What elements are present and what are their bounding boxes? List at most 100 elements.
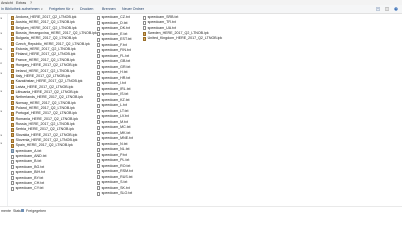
file-item[interactable]: Andorra_HERE_2017_Q2_LTNOB.ipk xyxy=(11,15,76,20)
file-item[interactable]: Russia_HERE_2017_Q2_LTNOB.ipk xyxy=(11,122,75,127)
file-item[interactable]: speedcam_F.txt xyxy=(97,43,127,48)
nav-item[interactable]: n xyxy=(1,62,3,65)
file-item[interactable]: speedcam_TR.txt xyxy=(143,20,176,25)
file-item[interactable]: Slovakia_HERE_2017_Q2_LTNOB.ipk xyxy=(11,133,77,138)
file-item[interactable]: Portugal_HERE_2017_Q2_LTNOB.ipk xyxy=(11,111,77,116)
file-item[interactable]: Ireland_HERE_2017_Q2_LTNOB.ipk xyxy=(11,69,75,74)
print-button[interactable]: Drucken xyxy=(80,7,93,12)
nav-item[interactable]: k xyxy=(1,48,3,51)
file-name: speedcam_RSM.txt xyxy=(101,169,133,173)
nav-item[interactable]: s xyxy=(1,134,3,137)
file-item[interactable]: speedcam_BIH.txt xyxy=(11,170,45,175)
file-item[interactable]: Slovenia_HERE_2017_Q2_LTNOB.ipk xyxy=(11,138,77,143)
file-item[interactable]: speedcam_A.txt xyxy=(11,149,41,154)
file-item[interactable]: speedcam_M.txt xyxy=(97,120,128,125)
file-item[interactable]: Bulgaria_HERE_2017_Q2_LTNOB.ipk xyxy=(11,36,77,41)
preview-pane-icon[interactable] xyxy=(385,7,389,11)
include-in-library-button[interactable]: In Bibliothek aufnehmen▼ xyxy=(1,7,43,12)
file-item[interactable]: speedcam_CY.txt xyxy=(11,186,43,191)
menu-help[interactable]: ? xyxy=(30,1,32,5)
file-item[interactable]: Hungary_HERE_2017_Q2_LTNOB.ipk xyxy=(11,63,77,68)
share-with-button[interactable]: Freigeben für▼ xyxy=(49,7,74,12)
file-item[interactable]: speedcam_BY.txt xyxy=(11,176,43,181)
file-item[interactable]: Poland_HERE_2017_Q2_LTNOB.ipk xyxy=(11,106,75,111)
new-folder-button[interactable]: Neuer Ordner xyxy=(122,7,144,12)
file-item[interactable]: speedcam_MC.txt xyxy=(97,125,131,130)
file-item[interactable]: speedcam_S.txt xyxy=(97,180,127,185)
file-item[interactable]: Estonia_HERE_2017_Q2_LTNOB.ipk xyxy=(11,47,76,52)
file-item[interactable]: Belgium_HERE_2017_Q2_LTNOB.ipk xyxy=(11,26,77,31)
file-item[interactable]: speedcam_P.txt xyxy=(97,153,127,158)
file-item[interactable]: Spain_HERE_2017_Q2_LTNOB.ipk xyxy=(11,143,73,148)
file-item[interactable]: speedcam_IS.txt xyxy=(97,92,128,97)
file-item[interactable]: Czech_Republic_HERE_2017_Q2_LTNOB.ipk xyxy=(11,42,90,47)
file-item[interactable]: speedcam_HR.txt xyxy=(97,76,130,81)
text-file-icon xyxy=(143,20,147,25)
file-item[interactable]: speedcam_SRB.txt xyxy=(143,15,178,20)
file-item[interactable]: speedcam_PL.txt xyxy=(97,158,129,163)
file-item[interactable]: speedcam_SK.txt xyxy=(97,186,130,191)
file-item[interactable]: speedcam_GB.txt xyxy=(97,59,130,64)
file-item[interactable]: Sweden_HERE_2017_Q2_LTNOB.ipk xyxy=(143,31,209,36)
burn-button[interactable]: Brennen xyxy=(102,7,116,12)
file-item[interactable]: speedcam_UA.txt xyxy=(143,26,176,31)
file-item[interactable]: Italy_HERE_2017_Q2_LTNOB.ipk xyxy=(11,74,70,79)
file-item[interactable]: Serbia_HERE_2017_Q2_LTNOB.ipk xyxy=(11,127,74,132)
nav-item[interactable]: s xyxy=(1,72,3,75)
file-item[interactable]: speedcam_NL.txt xyxy=(97,147,130,152)
file-item[interactable]: speedcam_MNE.txt xyxy=(97,136,133,141)
file-item[interactable]: Romania_HERE_2017_Q2_LTNOB.ipk xyxy=(11,117,78,122)
file-item[interactable]: Latvia_HERE_2017_Q2_LTNOB.ipk xyxy=(11,85,73,90)
file-item[interactable]: speedcam_RUS.txt xyxy=(97,175,133,180)
file-item[interactable]: speedcam_AND.txt xyxy=(11,154,47,159)
file-item[interactable]: speedcam_CZ.txt xyxy=(97,15,130,20)
file-item[interactable]: speedcam_H.txt xyxy=(97,70,128,75)
file-item[interactable]: speedcam_I.txt xyxy=(97,81,126,86)
file-name: speedcam_UA.txt xyxy=(147,25,176,30)
file-item[interactable]: speedcam_LV.txt xyxy=(97,114,129,119)
file-item[interactable]: speedcam_N.txt xyxy=(97,142,128,147)
file-item[interactable]: speedcam_E.txt xyxy=(97,32,127,37)
file-item[interactable]: Kazakhstan_HERE_2017_Q2_LTNOB.ipk xyxy=(11,79,82,84)
file-item[interactable]: speedcam_MK.txt xyxy=(97,131,130,136)
file-item[interactable]: speedcam_FL.txt xyxy=(97,54,129,59)
file-item[interactable]: speedcam_IRL.txt xyxy=(97,87,131,92)
nav-item[interactable]: s xyxy=(1,90,3,93)
file-item[interactable]: speedcam_BG.txt xyxy=(11,165,44,170)
menu-ansicht[interactable]: Ansicht xyxy=(1,1,13,5)
file-item[interactable]: speedcam_DK.txt xyxy=(97,26,130,31)
file-item[interactable]: Bosnia_Herzegovina_HERE_2017_Q2_LTNOB.ip… xyxy=(11,31,97,36)
file-item[interactable]: speedcam_RSM.txt xyxy=(97,169,133,174)
text-file-icon xyxy=(11,159,15,164)
file-item[interactable]: United_Kingdom_HERE_2017_Q2_LTNOB.ipk xyxy=(143,36,222,41)
file-item[interactable]: speedcam_EST.txt xyxy=(97,37,132,42)
nav-item[interactable]: s xyxy=(1,32,3,35)
view-options-icon[interactable] xyxy=(376,7,380,11)
file-item[interactable]: Norway_HERE_2017_Q2_LTNOB.ipk xyxy=(11,101,76,106)
file-item[interactable]: speedcam_D.txt xyxy=(97,21,128,26)
help-icon[interactable]: ? xyxy=(394,7,398,11)
file-item[interactable]: Netherlands_HERE_2017_Q2_LTNOB.ipk xyxy=(11,95,83,100)
navigation-pane[interactable]: s s k n s s s s s xyxy=(0,14,8,206)
file-item[interactable]: speedcam_FIN.txt xyxy=(97,48,131,53)
file-item[interactable]: speedcam_KZ.txt xyxy=(97,98,130,103)
file-item[interactable]: speedcam_RO.txt xyxy=(97,164,130,169)
nav-item[interactable]: s xyxy=(1,17,3,20)
file-item[interactable]: speedcam_L.txt xyxy=(97,103,127,108)
file-item[interactable]: France_HERE_2017_Q2_LTNOB.ipk xyxy=(11,58,75,63)
nav-item[interactable]: s xyxy=(1,142,3,145)
file-item[interactable]: speedcam_B.txt xyxy=(11,159,41,164)
package-icon xyxy=(11,15,15,20)
file-name: Russia_HERE_2017_Q2_LTNOB.ipk xyxy=(15,122,75,126)
menu-extras[interactable]: Extras xyxy=(16,1,26,5)
package-icon xyxy=(11,138,15,143)
file-item[interactable]: Austria_HERE_2017_Q2_LTNOB.ipk xyxy=(11,20,75,25)
file-item[interactable]: speedcam_SLO.txt xyxy=(97,191,132,196)
file-item[interactable]: Finland_HERE_2017_Q2_LTNOB.ipk xyxy=(11,52,75,57)
file-item[interactable]: speedcam_CH.txt xyxy=(11,181,44,186)
nav-item[interactable]: s xyxy=(1,110,3,113)
file-item[interactable]: Lithuania_HERE_2017_Q2_LTNOB.ipk xyxy=(11,90,78,95)
file-item[interactable]: speedcam_GR.txt xyxy=(97,65,130,70)
text-file-icon xyxy=(11,149,15,154)
file-item[interactable]: speedcam_LT.txt xyxy=(97,109,128,114)
